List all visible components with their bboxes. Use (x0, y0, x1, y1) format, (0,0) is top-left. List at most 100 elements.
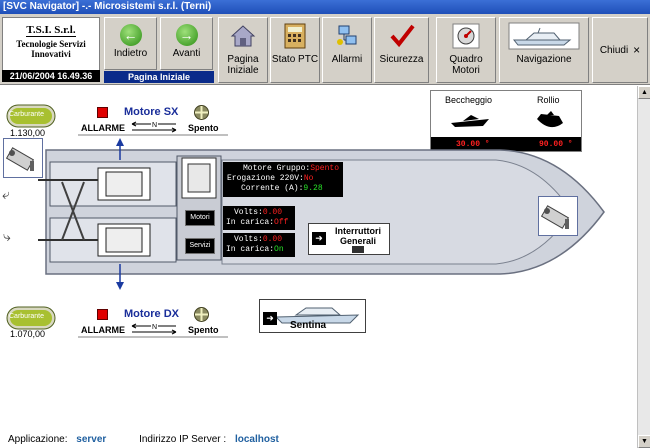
arrow-right-icon: ➜ (312, 232, 326, 245)
battery-motori-volts-row: Volts:0.00 (226, 208, 292, 218)
close-icon: × (633, 43, 641, 57)
engine-state-sx: Spento (188, 123, 219, 133)
navigation-box: ← Indietro → Avanti Pagina Iniziale (104, 17, 214, 83)
engine-sx-status: Motore SX ALLARME N Spento (78, 104, 228, 136)
generator-supply-value: No (303, 174, 314, 183)
engine-name-dx: Motore DX (124, 308, 179, 320)
ip-value: localhost (234, 434, 279, 445)
arrow-right-icon: → (175, 24, 198, 46)
alarm-label-dx: ALLARME (81, 325, 125, 335)
home-button[interactable]: Pagina Iniziale (218, 17, 268, 83)
ip-label: Indirizzo IP Server : (139, 434, 227, 445)
fuel-tank-dx[interactable]: Carburante (4, 306, 58, 330)
battery-motori-panel: Volts:0.00 In carica:Off (223, 206, 295, 230)
fuel-value-dx: 1.070,00 (10, 329, 46, 339)
bilge-label: Sentina (290, 320, 327, 331)
battery-servizi-volts-label: Volts: (234, 235, 263, 244)
camera-icon (5, 147, 35, 171)
engines-label: Quadro Motori (449, 54, 483, 76)
gear-indicator-sx: N (130, 121, 178, 133)
main-switches-label: Interruttori Generali (335, 226, 381, 246)
back-label: Indietro (113, 48, 148, 59)
roll-boat-icon (534, 109, 566, 136)
battery-motori-charge-label: In carica: (226, 218, 275, 227)
fan-icon (194, 307, 209, 325)
battery-motori-volts-value: 0.00 (262, 208, 283, 217)
roll-label: Rollio (537, 95, 560, 105)
battery-motori-volts-label: Volts: (234, 208, 263, 217)
calculator-icon (271, 18, 319, 54)
ptc-status-button[interactable]: Stato PTC (270, 17, 320, 83)
generator-state-value: Spento (310, 164, 339, 173)
generator-supply-row: Erogazione 220V:No (227, 174, 339, 184)
alarm-label-sx: ALLARME (81, 123, 125, 133)
gear-value-sx: N (151, 122, 159, 129)
navigation-label: Navigazione (516, 54, 572, 65)
pitch-label: Beccheggio (445, 95, 493, 105)
toolbar: T.S.I. S.r.l. Tecnologie Servizi Innovat… (0, 14, 650, 85)
ptc-label: Stato PTC (271, 54, 319, 65)
network-alarm-icon (323, 18, 371, 54)
fan-icon (194, 105, 209, 123)
gear-value-dx: N (151, 324, 159, 331)
close-button[interactable]: Chiudi × (592, 17, 648, 83)
vertical-scrollbar[interactable]: ▲ ▼ (637, 86, 650, 448)
fuel-label-sx: Carburante (9, 111, 45, 118)
arrow-left-icon: ← (119, 24, 142, 46)
rudder-left-icon: ⤶ (2, 186, 10, 202)
camera-bow[interactable] (538, 196, 578, 236)
engine-state-dx: Spento (188, 325, 219, 335)
generator-current-label: Corrente (A): (241, 184, 304, 193)
engines-panel-button[interactable]: Quadro Motori (436, 17, 496, 83)
close-label: Chiudi (599, 44, 629, 56)
scroll-down-icon[interactable]: ▼ (638, 435, 650, 448)
battery-servizi-button[interactable]: Servizi (185, 238, 215, 254)
battery-motori-button[interactable]: Motori (185, 210, 215, 226)
app-value: server (76, 434, 107, 445)
generator-state-row: Motore Gruppo:Spento (227, 164, 339, 174)
battery-motori-charge-value: Off (274, 218, 289, 227)
main-view: Beccheggio Rollio 30.00 ° 90.00 ° Carbur… (0, 86, 637, 448)
engine-gauge-icon (437, 18, 495, 54)
camera-stern[interactable] (3, 138, 43, 178)
alarms-label: Allarmi (331, 54, 363, 65)
back-button[interactable]: ← Indietro (104, 17, 157, 70)
gear-indicator-dx: N (130, 323, 178, 335)
generator-panel: Motore Gruppo:Spento Erogazione 220V:No … (223, 162, 343, 197)
main-switches-button[interactable]: ➜ Interruttori Generali (308, 223, 390, 255)
forward-button[interactable]: → Avanti (160, 17, 213, 70)
generator-current-row: Corrente (A):9.28 (227, 184, 339, 194)
alarm-indicator-dx (97, 309, 108, 320)
house-icon (219, 18, 267, 54)
battery-servizi-volts-row: Volts:0.00 (226, 235, 292, 245)
generator-current-value: 9.28 (303, 184, 323, 193)
window-title: [SVC Navigator] -.- Microsistemi s.r.l. … (0, 0, 650, 14)
battery-servizi-charge-label: In carica: (226, 245, 275, 254)
status-bar: Applicazione: server Indirizzo IP Server… (0, 432, 636, 448)
engine-dx-status: Motore DX ALLARME N Spento (78, 306, 228, 338)
datetime: 21/06/2004 16.49.36 (2, 70, 100, 82)
alarm-indicator-sx (97, 107, 108, 118)
logo-subtitle: Tecnologie Servizi Innovativi (16, 39, 86, 59)
home-label: Pagina Iniziale (227, 54, 259, 76)
checkmark-icon (375, 18, 428, 54)
battery-servizi-panel: Volts:0.00 In carica:On (223, 233, 295, 257)
bilge-button[interactable]: ➜ Sentina (259, 299, 366, 333)
navigation-button[interactable]: Navigazione (499, 17, 589, 83)
battery-servizi-volts-value: 0.00 (262, 235, 283, 244)
battery-servizi-charge-value: On (274, 245, 284, 254)
engine-name-sx: Motore SX (124, 106, 179, 118)
logo-name: T.S.I. S.r.l. (26, 24, 76, 37)
generator-state-label: Motore Gruppo: (242, 164, 311, 173)
battery-servizi-charge-row: In carica:On (226, 245, 292, 255)
pitch-boat-icon (449, 110, 491, 135)
alarms-button[interactable]: Allarmi (322, 17, 372, 83)
scroll-up-icon[interactable]: ▲ (638, 86, 650, 99)
app-label: Applicazione: (8, 434, 68, 445)
current-page-label: Pagina Iniziale (104, 71, 214, 83)
security-button[interactable]: Sicurezza (374, 17, 429, 83)
battery-servizi-label: Servizi (189, 242, 211, 249)
arrow-right-icon: ➜ (263, 312, 277, 325)
fuel-tank-sx[interactable]: Carburante (4, 104, 58, 128)
battery-motori-charge-row: In carica:Off (226, 218, 292, 228)
